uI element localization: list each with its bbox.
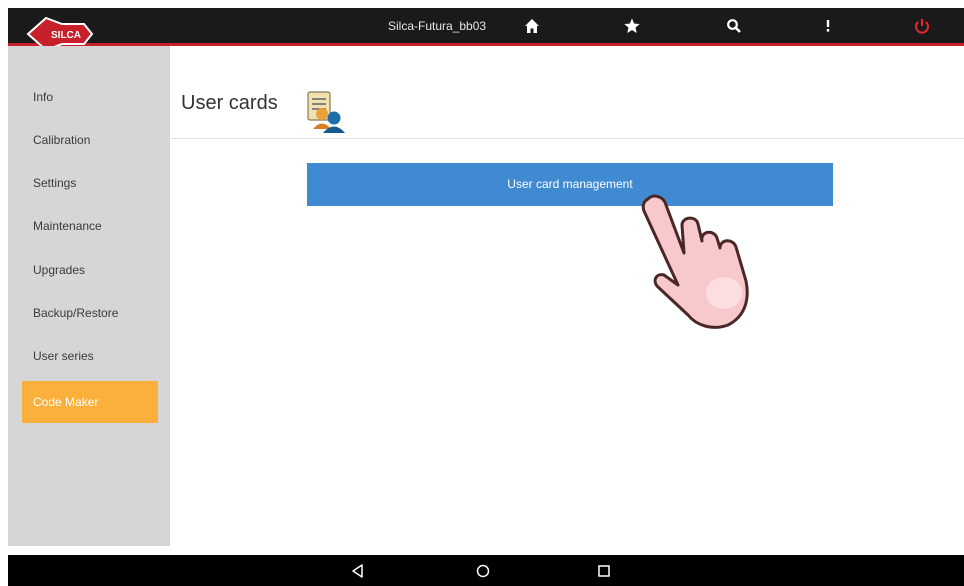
sidebar: Info Calibration Settings Maintenance Up… xyxy=(8,46,170,546)
sidebar-item-user-series[interactable]: User series xyxy=(22,336,158,376)
home-circle-icon[interactable] xyxy=(473,561,493,581)
tap-hand-icon xyxy=(641,194,749,329)
page-title: User cards xyxy=(181,92,278,114)
star-icon[interactable] xyxy=(622,16,642,36)
device-name: Silca-Futura_bb03 xyxy=(388,19,487,33)
sidebar-item-code-maker[interactable]: Code Maker xyxy=(22,381,158,423)
home-icon[interactable] xyxy=(522,16,542,36)
user-cards-icon xyxy=(307,91,345,133)
top-bar: SILCA Silca-Futura_bb03 xyxy=(8,8,964,52)
main-content: User cards User card management xyxy=(170,46,964,546)
title-divider xyxy=(170,138,964,139)
search-icon[interactable] xyxy=(724,16,744,36)
power-icon[interactable] xyxy=(912,16,932,36)
sidebar-item-maintenance[interactable]: Maintenance xyxy=(22,206,158,246)
sidebar-item-info[interactable]: Info xyxy=(22,77,158,117)
logo-text: SILCA xyxy=(51,30,81,41)
sidebar-item-settings[interactable]: Settings xyxy=(22,163,158,203)
sidebar-item-backup-restore[interactable]: Backup/Restore xyxy=(22,293,158,333)
app-window: SILCA Silca-Futura_bb03 Info Calibration… xyxy=(8,8,964,586)
sidebar-item-calibration[interactable]: Calibration xyxy=(22,120,158,160)
recents-icon[interactable] xyxy=(594,561,614,581)
sidebar-item-upgrades[interactable]: Upgrades xyxy=(22,250,158,290)
more-vertical-icon[interactable] xyxy=(818,16,838,36)
android-nav-bar xyxy=(8,555,964,586)
back-icon[interactable] xyxy=(348,561,368,581)
